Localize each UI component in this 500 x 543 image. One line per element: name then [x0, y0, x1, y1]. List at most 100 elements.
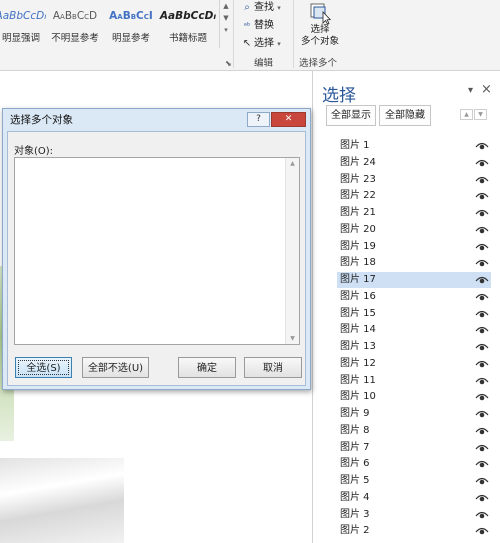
visibility-eye-icon[interactable] — [475, 174, 489, 186]
cancel-button[interactable]: 取消 — [244, 357, 302, 378]
pane-item-label: 图片 15 — [340, 307, 376, 319]
pane-item[interactable]: 图片 24 — [337, 155, 491, 171]
pane-item[interactable]: 图片 21 — [337, 205, 491, 221]
deselect-all-button[interactable]: 全部不选(U) — [82, 357, 149, 378]
visibility-eye-icon[interactable] — [475, 157, 489, 169]
pane-item[interactable]: 图片 18 — [337, 255, 491, 271]
bring-forward-icon[interactable]: ▲ — [460, 109, 473, 120]
style-name: 明显参考 — [111, 33, 150, 44]
chevron-down-icon: ▾ — [277, 4, 281, 12]
visibility-eye-icon[interactable] — [475, 207, 489, 219]
pane-item-label: 图片 21 — [340, 207, 376, 218]
pane-item[interactable]: 图片 9 — [337, 406, 491, 422]
visibility-eye-icon[interactable] — [475, 341, 489, 353]
pane-item[interactable]: 图片 6 — [337, 456, 491, 472]
gallery-down-icon[interactable]: ▼ — [220, 12, 232, 24]
document-image-bottom[interactable] — [0, 458, 124, 543]
visibility-eye-icon[interactable] — [475, 241, 489, 253]
find-button[interactable]: ⌕ 查找 ▾ — [240, 0, 281, 16]
visibility-eye-icon[interactable] — [475, 391, 489, 403]
pane-options-chevron-icon[interactable]: ▾ — [468, 85, 473, 96]
close-icon: ✕ — [284, 114, 293, 124]
pane-item[interactable]: 图片 13 — [337, 339, 491, 355]
pane-close-icon[interactable]: × — [481, 82, 492, 97]
visibility-eye-icon[interactable] — [475, 458, 489, 470]
pane-item[interactable]: 图片 2 — [337, 523, 491, 539]
visibility-eye-icon[interactable] — [475, 425, 489, 437]
send-backward-icon[interactable]: ▼ — [474, 109, 487, 120]
pane-item[interactable]: 图片 23 — [337, 172, 491, 188]
visibility-eye-icon[interactable] — [475, 274, 489, 286]
select-multiple-line2: 多个对象 — [300, 36, 339, 47]
select-label: 选择 — [254, 38, 274, 49]
ok-button[interactable]: 确定 — [178, 357, 236, 378]
style-book-title[interactable]: AaBbCcDı 书籍标题 — [158, 0, 218, 48]
visibility-eye-icon[interactable] — [475, 358, 489, 370]
select-button[interactable]: ↖ 选择 ▾ — [240, 36, 281, 52]
pane-item-label: 图片 19 — [340, 240, 376, 252]
pane-item[interactable]: 图片 8 — [337, 423, 491, 439]
pane-item-label: 图片 14 — [340, 324, 376, 336]
gallery-up-icon[interactable]: ▲ — [220, 0, 232, 12]
pane-item[interactable]: 图片 7 — [337, 440, 491, 456]
visibility-eye-icon[interactable] — [475, 257, 489, 269]
pane-item[interactable]: 图片 16 — [337, 289, 491, 305]
replace-icon: ᵃᵇ — [243, 21, 251, 30]
pane-item-label: 图片 2 — [340, 525, 370, 537]
visibility-eye-icon[interactable] — [475, 140, 489, 152]
style-name: 不明显参考 — [51, 33, 99, 44]
visibility-eye-icon[interactable] — [475, 408, 489, 420]
select-all-button[interactable]: 全选(S) — [15, 357, 72, 378]
pane-item[interactable]: 图片 17 — [337, 272, 491, 288]
pane-item[interactable]: 图片 1 — [337, 138, 491, 154]
style-intense-reference[interactable]: AaBbCcI 明显参考 — [106, 0, 156, 48]
visibility-eye-icon[interactable] — [475, 308, 489, 320]
dialog-body: 对象(O): ▲ ▼ 全选(S) 全部不选(U) 确定 取消 — [7, 131, 306, 386]
visibility-eye-icon[interactable] — [475, 291, 489, 303]
pane-item[interactable]: 图片 22 — [337, 188, 491, 204]
show-all-button[interactable]: 全部显示 — [326, 105, 376, 126]
gallery-more-icon[interactable]: ▾ — [220, 24, 232, 36]
visibility-eye-icon[interactable] — [475, 190, 489, 202]
replace-label: 替换 — [254, 20, 274, 31]
hide-all-button[interactable]: 全部隐藏 — [379, 105, 431, 126]
select-multiple-objects-button[interactable]: 选择 多个对象 — [297, 0, 343, 55]
find-label: 查找 — [254, 2, 274, 13]
pane-item[interactable]: 图片 14 — [337, 322, 491, 338]
pane-item[interactable]: 图片 12 — [337, 356, 491, 372]
listbox-scrollbar[interactable]: ▲ ▼ — [285, 158, 299, 344]
pane-item[interactable]: 图片 15 — [337, 306, 491, 322]
group-divider — [233, 0, 234, 68]
style-subtle-reference[interactable]: AaBbCcD 不明显参考 — [45, 0, 105, 48]
visibility-eye-icon[interactable] — [475, 509, 489, 521]
close-button[interactable]: ✕ — [271, 112, 306, 127]
chevron-down-icon: ▾ — [277, 40, 281, 48]
style-name: 书籍标题 — [168, 33, 207, 44]
style-preview: AaBbCcD — [52, 10, 98, 22]
visibility-eye-icon[interactable] — [475, 492, 489, 504]
styles-dialog-launcher-icon[interactable]: ⬊ — [225, 59, 232, 68]
help-button[interactable]: ? — [247, 112, 270, 127]
pane-item-label: 图片 22 — [340, 190, 376, 202]
visibility-eye-icon[interactable] — [475, 375, 489, 387]
pane-item[interactable]: 图片 3 — [337, 507, 491, 523]
visibility-eye-icon[interactable] — [475, 442, 489, 454]
pane-item[interactable]: 图片 11 — [337, 373, 491, 389]
pane-item[interactable]: 图片 5 — [337, 473, 491, 489]
pane-item[interactable]: 图片 19 — [337, 239, 491, 255]
style-gallery-scrollbar[interactable]: ▲ ▼ ▾ — [219, 0, 232, 48]
visibility-eye-icon[interactable] — [475, 475, 489, 487]
scroll-down-icon[interactable]: ▼ — [286, 335, 299, 342]
pane-item[interactable]: 图片 10 — [337, 389, 491, 405]
visibility-eye-icon[interactable] — [475, 525, 489, 537]
pane-item-label: 图片 16 — [340, 290, 376, 302]
pane-item[interactable]: 图片 20 — [337, 222, 491, 238]
scroll-up-icon[interactable]: ▲ — [286, 160, 299, 167]
objects-listbox[interactable]: ▲ ▼ — [14, 157, 300, 345]
replace-button[interactable]: ᵃᵇ 替换 — [240, 18, 274, 34]
selection-pane: 选择 ▾ × 全部显示 全部隐藏 ▲ ▼ 图片 1 图片 24 图片 23 图片 22… — [312, 71, 500, 543]
visibility-eye-icon[interactable] — [475, 224, 489, 236]
visibility-eye-icon[interactable] — [475, 324, 489, 336]
pane-item[interactable]: 图片 4 — [337, 490, 491, 506]
pane-item-label: 图片 20 — [340, 223, 376, 235]
